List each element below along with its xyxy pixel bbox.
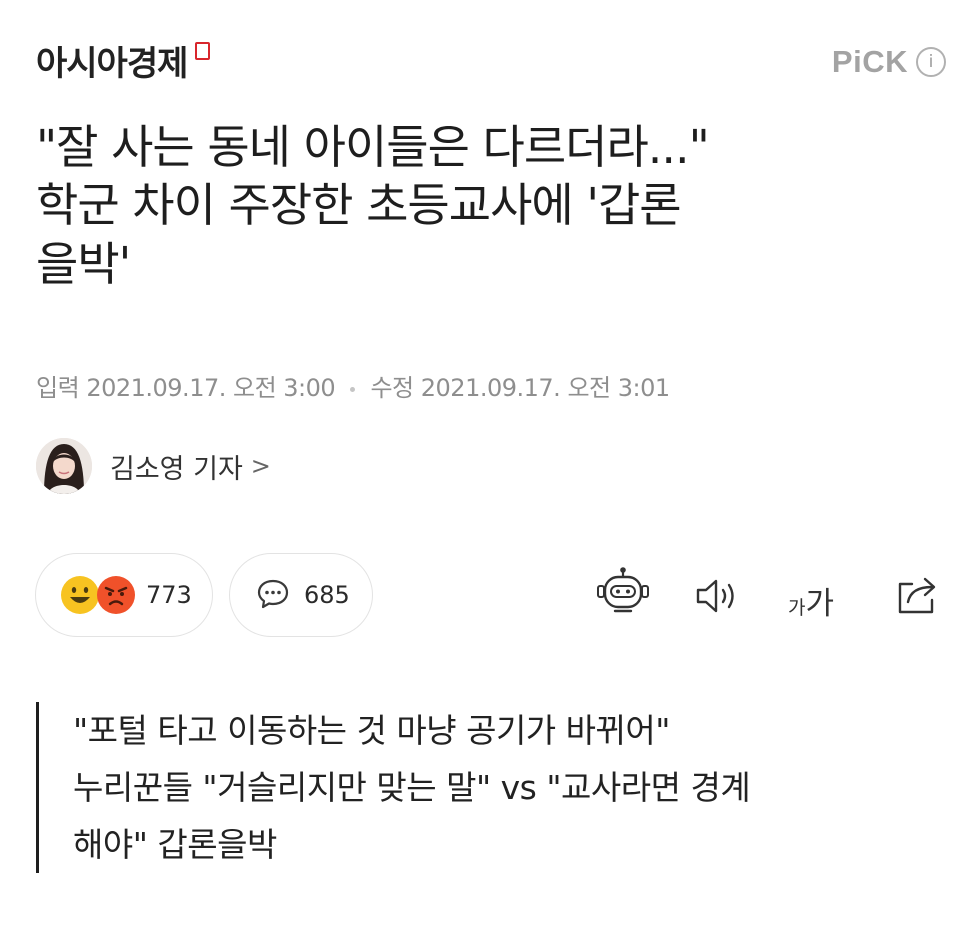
reaction-count: 773 xyxy=(146,581,192,609)
info-icon[interactable]: i xyxy=(916,47,946,77)
speaker-icon[interactable] xyxy=(694,576,742,620)
edit-label: 수정 xyxy=(370,374,414,402)
smile-emoji-icon xyxy=(60,575,100,615)
reporter-name: 김소영 기자 xyxy=(110,453,243,485)
pick-label: PiCK xyxy=(831,44,908,79)
summary-line: 해야" 갑론을박 xyxy=(73,825,277,864)
separator-dot xyxy=(350,386,356,392)
comment-count: 685 xyxy=(304,581,350,609)
summary-line: "포털 타고 이동하는 것 마냥 공기가 바뀌어" xyxy=(73,711,670,750)
font-size-small: 가 xyxy=(788,597,806,619)
article-headline: "잘 사는 동네 아이들은 다르더라..." 학군 차이 주장한 초등교사에 '… xyxy=(36,118,956,293)
edit-time: 2021.09.17. 오전 3:01 xyxy=(420,374,670,402)
share-icon[interactable] xyxy=(894,572,942,620)
angry-emoji-icon xyxy=(96,575,136,615)
brand-mark-icon xyxy=(195,42,211,60)
article-summary: "포털 타고 이동하는 것 마냥 공기가 바뀌어" 누리꾼들 "거슬리지만 맞는… xyxy=(36,702,936,873)
chevron-right-icon: > xyxy=(250,452,271,480)
article-dates: 입력 2021.09.17. 오전 3:00 수정 2021.09.17. 오전… xyxy=(36,368,670,403)
font-size-large: 가 xyxy=(805,586,835,622)
headline-line: 학군 차이 주장한 초등교사에 '갑론 xyxy=(36,178,682,233)
robot-icon[interactable] xyxy=(595,566,651,622)
brand-logo[interactable]: 아시아경제 xyxy=(36,36,211,85)
input-time: 2021.09.17. 오전 3:00 xyxy=(86,374,336,402)
reaction-button[interactable]: 773 xyxy=(35,553,213,637)
summary-line: 누리꾼들 "거슬리지만 맞는 말" vs "교사라면 경계 xyxy=(73,768,751,807)
comment-icon xyxy=(256,578,290,614)
headline-line: 을박' xyxy=(36,236,131,291)
pick-badge[interactable]: PiCK i xyxy=(832,44,946,80)
brand-name: 아시아경제 xyxy=(36,44,188,84)
headline-line: "잘 사는 동네 아이들은 다르더라..." xyxy=(36,120,710,174)
input-label: 입력 xyxy=(36,374,80,402)
reporter-link[interactable]: 김소영 기자 > xyxy=(36,438,271,494)
font-size-button[interactable]: 가가 xyxy=(788,578,834,623)
comment-button[interactable]: 685 xyxy=(229,553,373,637)
avatar xyxy=(36,438,92,494)
